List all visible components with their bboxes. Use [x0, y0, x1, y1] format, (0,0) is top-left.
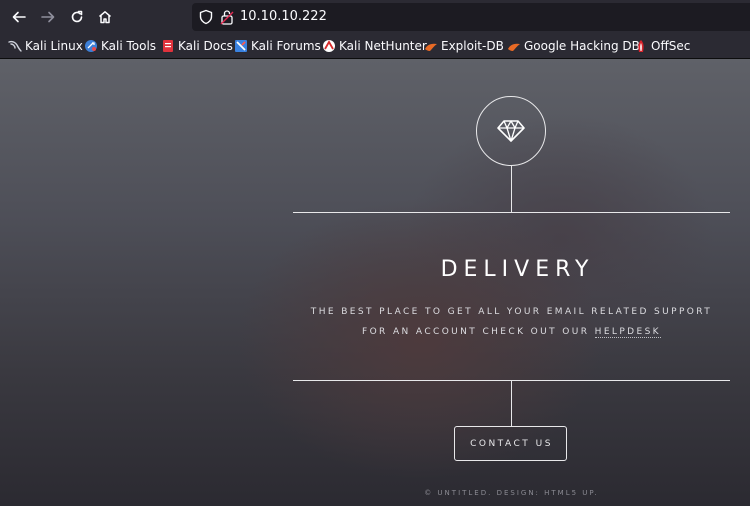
- bookmark-label: Kali NetHunter: [339, 39, 427, 53]
- kali-docs-icon: [163, 40, 173, 52]
- bookmark-label: OffSec: [651, 39, 691, 53]
- bookmark-kali-forums[interactable]: Kali Forums: [234, 37, 321, 55]
- connector-line: [511, 380, 512, 426]
- bookmark-exploit-db[interactable]: Exploit-DB: [424, 37, 504, 55]
- shield-icon[interactable]: [198, 9, 214, 25]
- home-button[interactable]: [93, 5, 117, 29]
- tagline-line-2: FOR AN ACCOUNT CHECK OUT OUR HELPDESK: [293, 325, 730, 339]
- page-title: DELIVERY: [440, 257, 595, 282]
- bookmark-offsec[interactable]: OffSec: [634, 37, 690, 55]
- forward-button[interactable]: [36, 5, 60, 29]
- tagline-line-1: THE BEST PLACE TO GET ALL YOUR EMAIL REL…: [310, 307, 713, 317]
- helpdesk-link[interactable]: HELPDESK: [594, 327, 661, 338]
- bookmark-google-hacking-db[interactable]: Google Hacking DB: [507, 37, 640, 55]
- nethunter-icon: [323, 40, 335, 52]
- reload-button[interactable]: [65, 5, 89, 29]
- bookmark-label: Kali Forums: [251, 39, 321, 53]
- connector-line: [511, 165, 512, 212]
- bookmark-kali-docs[interactable]: Kali Docs: [161, 37, 233, 55]
- insecure-lock-icon[interactable]: [220, 9, 234, 25]
- reload-icon: [71, 10, 83, 23]
- exploit-db-icon: [425, 43, 437, 51]
- ghdb-icon: [508, 43, 520, 51]
- back-button[interactable]: [7, 5, 31, 29]
- bookmark-label: Google Hacking DB: [524, 39, 640, 53]
- bookmark-label: Kali Docs: [178, 39, 233, 53]
- browser-toolbar: 10.10.10.222: [0, 0, 750, 34]
- arrow-right-icon: [41, 11, 55, 23]
- bookmark-kali-linux[interactable]: Kali Linux: [8, 37, 83, 55]
- address-bar[interactable]: 10.10.10.222: [192, 3, 750, 31]
- arrow-left-icon: [12, 11, 26, 23]
- bookmark-label: Exploit-DB: [441, 39, 504, 53]
- tagline-prefix: FOR AN ACCOUNT CHECK OUT OUR: [362, 327, 595, 337]
- kali-dragon-icon: [8, 40, 22, 52]
- kali-tools-icon: [85, 40, 97, 52]
- bookmark-label: Kali Linux: [25, 39, 83, 53]
- bookmark-label: Kali Tools: [101, 39, 157, 53]
- url-text[interactable]: 10.10.10.222: [240, 8, 327, 26]
- offsec-icon: [638, 40, 644, 52]
- home-icon: [99, 11, 111, 24]
- bookmark-kali-tools[interactable]: Kali Tools: [84, 37, 156, 55]
- footer-copyright: © UNTITLED. DESIGN: HTML5 UP.: [424, 489, 599, 497]
- bookmarks-toolbar: Kali Linux Kali Tools Kali Docs Kali For…: [0, 34, 750, 59]
- page-content: DELIVERY THE BEST PLACE TO GET ALL YOUR …: [0, 59, 750, 506]
- contact-us-button[interactable]: CONTACT US: [454, 426, 567, 461]
- bookmark-kali-nethunter[interactable]: Kali NetHunter: [322, 37, 427, 55]
- header-top-divider: [293, 212, 730, 213]
- diamond-icon: [497, 120, 525, 142]
- kali-forums-icon: [235, 40, 247, 52]
- logo: [476, 96, 546, 166]
